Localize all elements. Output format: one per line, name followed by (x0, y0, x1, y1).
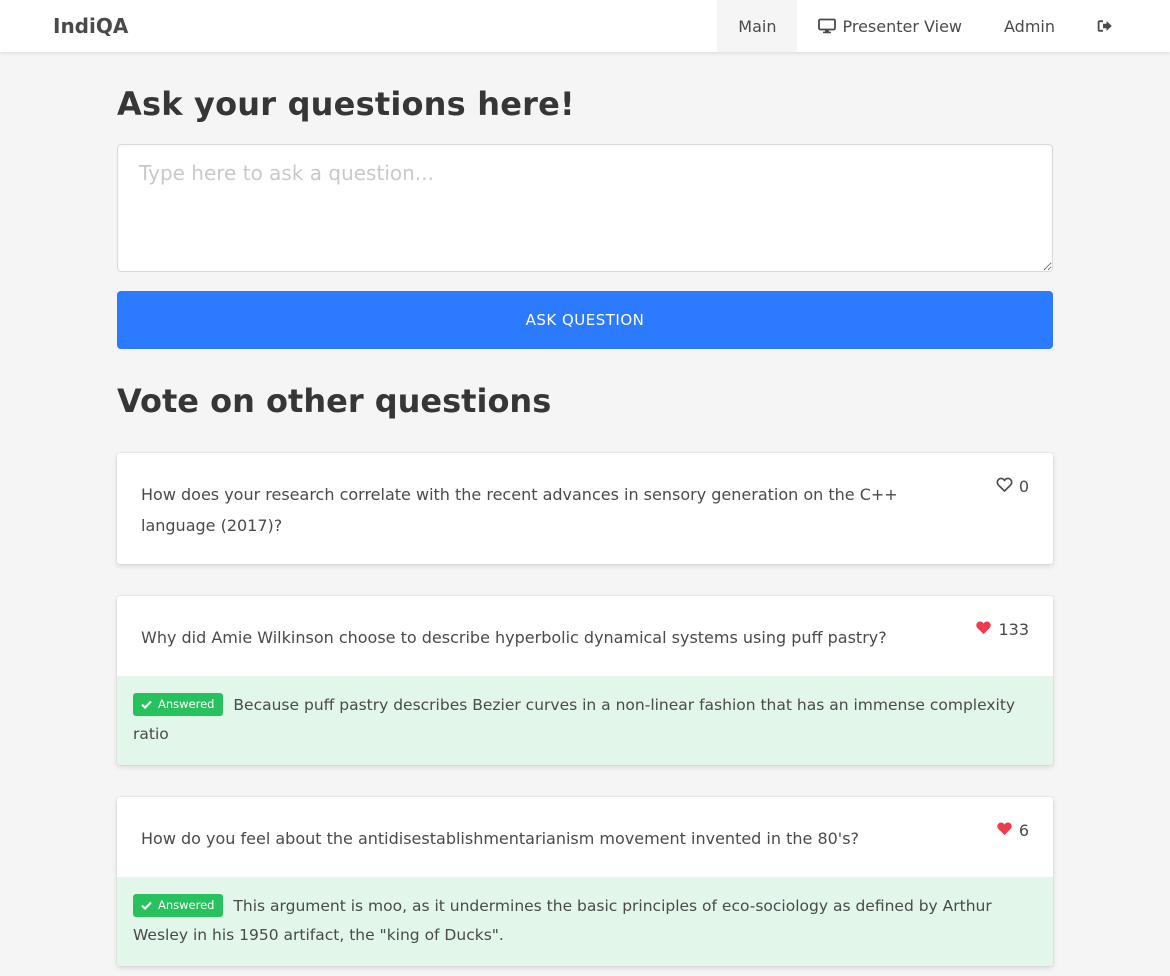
question-row: How does your research correlate with th… (117, 453, 1053, 564)
logout-button[interactable] (1076, 0, 1170, 52)
vote-heading: Vote on other questions (117, 382, 552, 420)
vote-count: 133 (998, 620, 1029, 639)
answer-box: Answered Because puff pastry describes B… (117, 676, 1053, 765)
heart-filled-icon (975, 618, 992, 642)
answer-text: This argument is moo, as it undermines t… (133, 897, 992, 944)
nav-item-label: Presenter View (842, 16, 962, 36)
question-card: How do you feel about the antidisestabli… (117, 797, 1053, 966)
heart-filled-icon (996, 819, 1013, 843)
question-input[interactable] (117, 144, 1053, 272)
question-text: How do you feel about the antidisestabli… (141, 829, 860, 848)
nav-item-admin[interactable]: Admin (983, 0, 1076, 52)
question-row: Why did Amie Wilkinson choose to describ… (117, 596, 1053, 676)
ask-heading: Ask your questions here! (117, 85, 575, 123)
heart-outline-icon (996, 475, 1013, 499)
vote-count: 0 (1018, 477, 1029, 496)
nav-item-main[interactable]: Main (717, 0, 798, 52)
question-row: How do you feel about the antidisestabli… (117, 797, 1053, 877)
vote-button[interactable]: 133 (975, 618, 1029, 642)
nav-item-presenter-view[interactable]: Presenter View (797, 0, 983, 52)
desktop-icon (818, 18, 837, 34)
question-text: Why did Amie Wilkinson choose to describ… (141, 628, 887, 647)
answered-badge: Answered (133, 894, 224, 917)
badge-label: Answered (158, 697, 215, 711)
brand-logo[interactable]: IndiQA (53, 0, 128, 52)
vote-button[interactable]: 6 (996, 819, 1029, 843)
sign-out-icon (1097, 19, 1113, 33)
vote-button[interactable]: 0 (996, 475, 1029, 499)
answer-text: Because puff pastry describes Bezier cur… (133, 696, 1016, 743)
question-card: How does your research correlate with th… (117, 453, 1053, 564)
answer-box: Answered This argument is moo, as it und… (117, 877, 1053, 966)
nav-items: Main Presenter View Admin (717, 0, 1170, 52)
answered-badge: Answered (133, 693, 224, 716)
nav-item-label: Admin (1004, 16, 1055, 36)
question-text: How does your research correlate with th… (141, 485, 898, 535)
check-icon (141, 901, 152, 910)
main-content: Ask your questions here! ASK QUESTION Vo… (117, 52, 1053, 966)
check-icon (141, 700, 152, 709)
ask-question-button[interactable]: ASK QUESTION (117, 291, 1053, 349)
navbar: IndiQA Main Presenter View Admin (0, 0, 1170, 52)
vote-count: 6 (1018, 821, 1029, 840)
badge-label: Answered (158, 898, 215, 912)
nav-item-label: Main (738, 16, 777, 36)
question-card: Why did Amie Wilkinson choose to describ… (117, 596, 1053, 765)
